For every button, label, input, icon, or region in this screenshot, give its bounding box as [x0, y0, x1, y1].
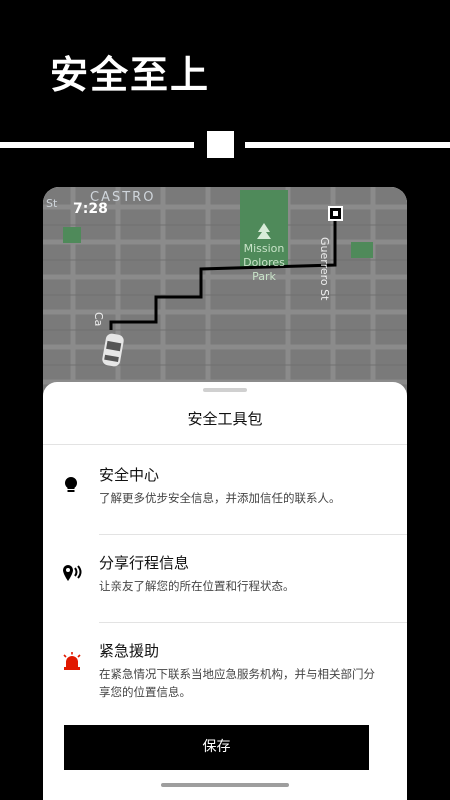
page-headline: 安全至上: [50, 53, 211, 97]
list-item-emergency[interactable]: 紧急援助 在紧急情况下联系当地应急服务机构，并与相关部门分享您的位置信息。: [43, 640, 407, 710]
sheet-divider: [43, 444, 407, 445]
lightbulb-icon: [64, 476, 78, 492]
item-title: 分享行程信息: [99, 554, 190, 572]
item-description: 在紧急情况下联系当地应急服务机构，并与相关部门分享您的位置信息。: [99, 667, 375, 699]
save-button[interactable]: 保存: [64, 725, 369, 770]
item-title: 紧急援助: [99, 642, 160, 660]
emergency-siren-icon: [63, 652, 81, 670]
item-divider: [99, 534, 407, 535]
item-description: 让亲友了解您的所在位置和行程状态。: [99, 579, 295, 593]
divider-right: [245, 142, 450, 148]
map-label-street-bottom: Ca: [92, 312, 105, 327]
divider-left: [0, 142, 194, 148]
item-divider: [99, 622, 407, 623]
divider-square: [207, 131, 234, 158]
home-indicator: [161, 783, 289, 787]
safety-toolkit-sheet: 安全工具包 安全中心 了解更多优步安全信息，并添加信任的联系人。 分享行程信息 …: [43, 382, 407, 800]
map-label-castro: CASTRO: [90, 190, 156, 205]
phone-screen: 7:28 CASTRO St Mission Dolores Park Guer…: [43, 187, 407, 800]
share-location-icon: [63, 565, 82, 581]
map-label-park: Mission Dolores Park: [243, 242, 285, 283]
list-item-share-trip[interactable]: 分享行程信息 让亲友了解您的所在位置和行程状态。: [43, 552, 407, 612]
sheet-grabber[interactable]: [203, 388, 247, 392]
sheet-title: 安全工具包: [187, 410, 263, 428]
map-label-guerrero: Guerrero St: [318, 237, 331, 301]
item-description: 了解更多优步安全信息，并添加信任的联系人。: [99, 491, 341, 505]
map-label-street: St: [46, 197, 58, 210]
item-title: 安全中心: [99, 466, 160, 484]
list-item-safety-center[interactable]: 安全中心 了解更多优步安全信息，并添加信任的联系人。: [43, 464, 407, 524]
